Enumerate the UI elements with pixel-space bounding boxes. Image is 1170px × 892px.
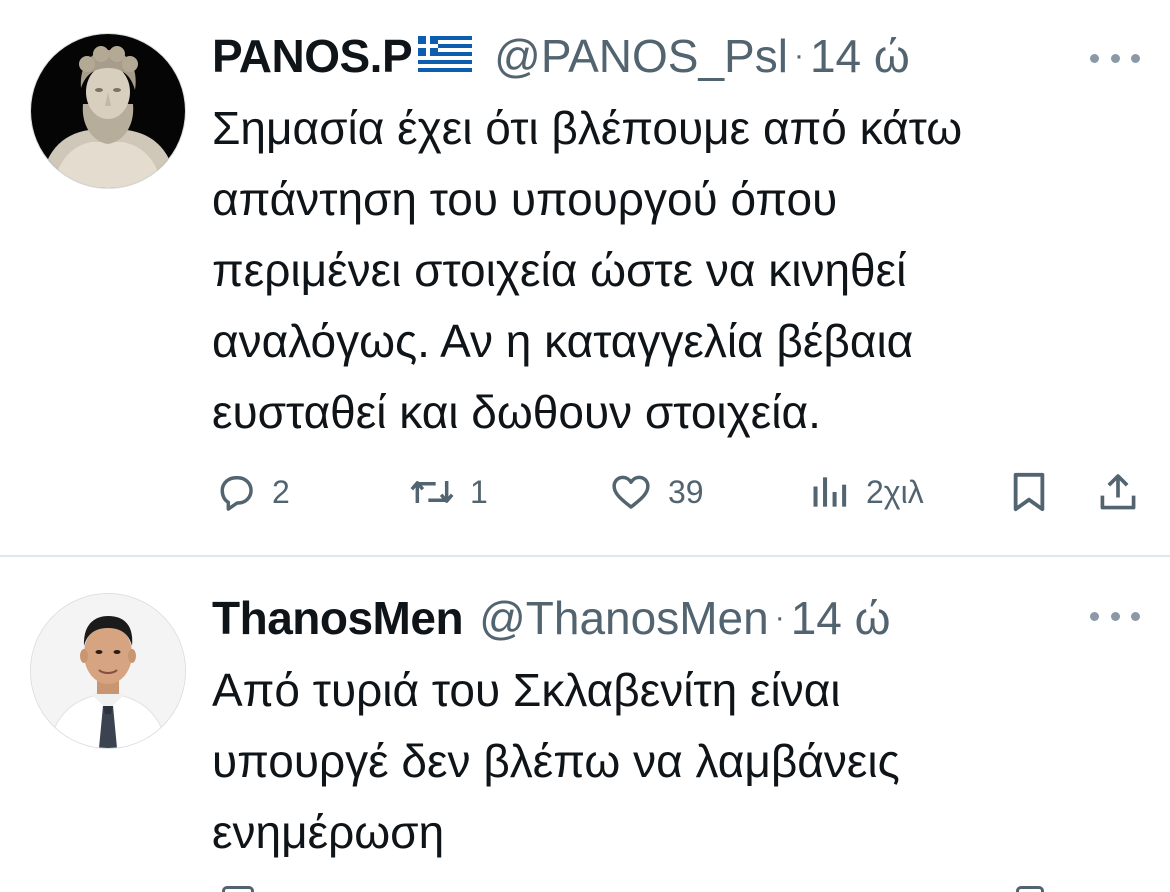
share-button[interactable] bbox=[1096, 466, 1140, 518]
statue-avatar-icon bbox=[31, 34, 185, 188]
tweet-text-line: Από τυριά του Σκλαβενίτη είναι bbox=[212, 664, 841, 716]
bookmark-icon bbox=[1013, 472, 1045, 512]
reply-count: 2 bbox=[272, 473, 290, 510]
avatar[interactable] bbox=[30, 593, 186, 749]
tweet-header: PANOS.P @PANOS_Psl · 14 ώ bbox=[212, 28, 910, 84]
views-button[interactable]: 2χιλ bbox=[808, 466, 924, 518]
action-bar: 2 1 39 2χιλ bbox=[0, 466, 1170, 518]
retweet-count: 1 bbox=[470, 473, 488, 510]
tweet-text: Από τυριά του Σκλαβενίτη είναι υπουργέ δ… bbox=[212, 655, 1132, 868]
avatar[interactable] bbox=[30, 33, 186, 189]
share-icon bbox=[1100, 474, 1136, 510]
tweet[interactable]: PANOS.P @PANOS_Psl · 14 ώ Σημασία έχει ό… bbox=[0, 0, 1170, 556]
tweet-text: Σημασία έχει ότι βλέπουμε από κάτω απάντ… bbox=[212, 93, 1132, 448]
tweet-text-line: περιμένει στοιχεία ώστε να κινηθεί bbox=[212, 244, 907, 296]
more-dots-icon[interactable] bbox=[1090, 606, 1140, 626]
retweet-button[interactable]: 1 bbox=[408, 466, 488, 518]
bookmark-icon[interactable] bbox=[1016, 886, 1044, 892]
separator: · bbox=[774, 601, 785, 634]
reply-icon bbox=[220, 475, 253, 511]
tweet-header: ThanosMen @ThanosMen · 14 ώ bbox=[212, 590, 891, 646]
tweet-text-line: απάντηση του υπουργού όπου bbox=[212, 173, 838, 225]
reply-icon[interactable] bbox=[222, 886, 254, 892]
retweet-icon bbox=[410, 481, 454, 503]
like-count: 39 bbox=[668, 473, 704, 510]
action-bar-partial bbox=[0, 884, 1170, 892]
man-portrait-avatar-icon bbox=[31, 594, 185, 748]
bookmark-button[interactable] bbox=[1008, 466, 1050, 518]
display-name[interactable]: PANOS.P bbox=[212, 28, 413, 84]
separator: · bbox=[793, 39, 804, 72]
display-name[interactable]: ThanosMen bbox=[212, 590, 464, 646]
like-button[interactable]: 39 bbox=[608, 466, 704, 518]
tweet-text-line: ευσταθεί και δωθουν στοιχεία. bbox=[212, 386, 821, 438]
tweet-text-line: ενημέρωση bbox=[212, 806, 445, 858]
more-dots-icon[interactable] bbox=[1090, 48, 1140, 68]
timestamp[interactable]: 14 ώ bbox=[791, 590, 891, 646]
tweet-text-line: αναλόγως. Αν η καταγγελία βέβαια bbox=[212, 315, 914, 367]
handle[interactable]: @PANOS_Psl bbox=[494, 28, 788, 84]
tweet-text-line: υπουργέ δεν βλέπω να λαμβάνεις bbox=[212, 735, 900, 787]
tweet[interactable]: ThanosMen @ThanosMen · 14 ώ Από τυριά το… bbox=[0, 557, 1170, 892]
tweet-text-line: Σημασία έχει ότι βλέπουμε από κάτω bbox=[212, 102, 963, 154]
views-count: 2χιλ bbox=[866, 473, 924, 510]
timestamp[interactable]: 14 ώ bbox=[810, 28, 910, 84]
heart-icon bbox=[612, 475, 650, 509]
handle[interactable]: @ThanosMen bbox=[479, 590, 769, 646]
greek-flag-icon bbox=[418, 28, 473, 84]
views-chart-icon bbox=[813, 477, 847, 507]
reply-button[interactable]: 2 bbox=[214, 466, 290, 518]
